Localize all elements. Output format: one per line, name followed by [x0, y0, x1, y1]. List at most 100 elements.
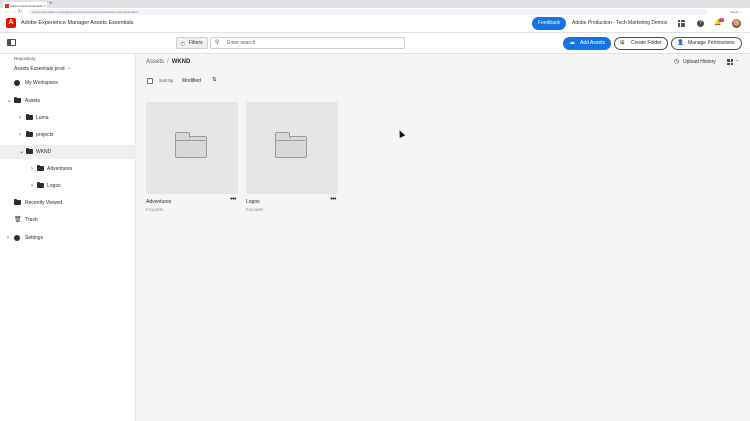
help-icon[interactable]: ?	[697, 20, 704, 27]
reload-icon[interactable]: ↻	[18, 8, 22, 16]
cloud-upload-icon: ☁	[569, 40, 575, 46]
trash-icon: 🗑	[14, 217, 22, 223]
chevron-down-icon[interactable]: ⌄	[19, 145, 24, 159]
folder-card[interactable]: Adventures ••• FOLDER	[146, 102, 238, 212]
card-thumbnail[interactable]	[246, 102, 338, 194]
avatar[interactable]	[732, 19, 741, 28]
notification-badge: 1	[719, 18, 724, 22]
filter-icon: ⛉	[181, 42, 185, 48]
sort-field-picker[interactable]: Modified	[182, 78, 201, 84]
new-tab-icon[interactable]: +	[49, 1, 53, 7]
manage-permissions-button[interactable]: 👤 Manage Permissions	[671, 37, 742, 50]
more-actions-icon[interactable]: •••	[230, 196, 236, 203]
repository-label: Repository	[14, 56, 36, 61]
app-header: A Adobe Experience Manager Assets Essent…	[0, 16, 750, 33]
sidebar-item-my-workspace[interactable]: My Workspace	[0, 76, 136, 90]
sidebar-item-projects[interactable]: › projects	[0, 128, 136, 142]
browser-url-row: ← → ↻ experience.adobe.com/#/@techmarket…	[0, 8, 750, 16]
sidebar-item-label: projects	[36, 132, 54, 138]
address-bar[interactable]: experience.adobe.com/#/@techmarketingdem…	[28, 9, 708, 15]
recently-viewed-icon	[14, 198, 21, 205]
sidebar-item-luma[interactable]: › Luma	[0, 111, 136, 125]
sidebar-item-label: Trash	[25, 217, 38, 223]
add-assets-label: Add Assets	[580, 40, 606, 46]
app-switcher-icon[interactable]	[678, 20, 685, 27]
breadcrumb-current: WKND	[171, 59, 191, 65]
assets-icon	[14, 96, 21, 103]
sidebar-item-settings[interactable]: › Settings	[0, 231, 136, 245]
sidebar-item-label: Recently Viewed	[25, 200, 63, 206]
upload-history-button[interactable]: ◷ Upload History	[674, 58, 716, 66]
sidebar-item-recently-viewed[interactable]: Recently Viewed	[0, 196, 136, 210]
card-thumbnail[interactable]	[146, 102, 238, 194]
chevron-down-icon[interactable]: ⌄	[7, 94, 12, 108]
breadcrumb-assets[interactable]: Assets	[146, 59, 164, 65]
more-actions-icon[interactable]: •••	[330, 196, 336, 203]
create-folder-label: Create Folder	[631, 40, 662, 46]
sidebar-item-label: My Workspace	[25, 80, 58, 86]
adobe-logo-icon[interactable]: A	[6, 18, 16, 28]
sidebar-item-label: WKND	[36, 149, 52, 155]
sort-label: Sort by	[159, 78, 174, 83]
folder-icon	[37, 164, 44, 171]
browser-chrome: Adobe Assets Essentials × + ← → ↻ experi…	[0, 0, 750, 16]
browser-profile[interactable]: Guest ⋮	[730, 9, 742, 15]
folder-add-icon: ⊞	[620, 40, 625, 46]
breadcrumb-separator: /	[167, 59, 169, 65]
chevron-right-icon[interactable]: ›	[19, 111, 21, 125]
select-all-checkbox[interactable]	[147, 78, 153, 84]
filters-label: Filters	[189, 40, 203, 46]
forward-icon[interactable]: →	[11, 8, 16, 16]
feedback-button[interactable]: Feedback	[532, 17, 566, 30]
sort-direction-icon[interactable]: ⇅	[212, 77, 217, 83]
sidebar: Repository Assets Essentials prod ⌄ My W…	[0, 54, 136, 421]
folder-icon	[37, 181, 44, 188]
filters-button[interactable]: ⛉ Filters	[176, 37, 208, 49]
sidebar-item-trash[interactable]: 🗑 Trash	[0, 213, 136, 227]
folder-icon	[26, 130, 33, 137]
sidebar-item-label: Assets	[25, 98, 41, 104]
main-content: Assets / WKND ◷ Upload History ⌄ Sort by M…	[137, 54, 750, 421]
upload-history-label: Upload History	[683, 59, 716, 65]
toggle-sidebar-icon[interactable]	[7, 39, 16, 46]
card-type: FOLDER	[246, 208, 264, 212]
sidebar-item-label: Luma	[36, 115, 49, 121]
sidebar-item-label: Settings	[25, 235, 44, 241]
chevron-down-icon[interactable]: ⌄	[67, 65, 71, 71]
app-title[interactable]: Adobe Experience Manager Assets Essentia…	[21, 19, 134, 27]
chevron-right-icon[interactable]: ›	[19, 128, 21, 142]
add-assets-button[interactable]: ☁ Add Assets	[563, 37, 611, 50]
repository-picker[interactable]: Assets Essentials prod	[14, 66, 65, 72]
folder-icon	[274, 132, 307, 158]
folder-card[interactable]: Logos ••• FOLDER	[246, 102, 338, 212]
chevron-right-icon[interactable]: ›	[7, 231, 9, 245]
user-icon: 👤	[677, 40, 684, 46]
history-icon: ◷	[674, 59, 680, 65]
card-name[interactable]: Adventures	[146, 199, 171, 205]
folder-icon	[26, 113, 33, 120]
card-type: FOLDER	[146, 208, 164, 212]
chevron-down-icon[interactable]: ⌄	[735, 57, 739, 63]
chevron-right-icon[interactable]: ›	[31, 162, 33, 176]
sidebar-item-logos[interactable]: › Logos	[0, 179, 136, 193]
sidebar-item-adventures[interactable]: › Adventures	[0, 162, 136, 176]
search-icon: ⚲	[215, 40, 220, 46]
search-input[interactable]	[227, 38, 402, 48]
create-folder-button[interactable]: ⊞ Create Folder	[614, 37, 668, 50]
back-icon[interactable]: ←	[4, 8, 9, 16]
toolbar: ⛉ Filters ⚲ ☁ Add Assets ⊞ Create Folder…	[0, 33, 750, 54]
sidebar-item-label: Logos	[47, 183, 61, 189]
grid-view-icon[interactable]	[727, 59, 733, 65]
chevron-right-icon[interactable]: ›	[31, 179, 33, 193]
breadcrumb: Assets / WKND	[146, 59, 190, 65]
search-field[interactable]: ⚲	[210, 37, 405, 49]
sidebar-item-wknd[interactable]: ⌄ WKND	[0, 145, 136, 159]
sidebar-item-label: Adventures	[47, 166, 73, 172]
org-switcher[interactable]: Adobe Production - Tech Marketing Demos	[572, 19, 667, 27]
folder-icon	[174, 132, 207, 158]
sidebar-item-assets[interactable]: ⌄ Assets	[0, 94, 136, 108]
manage-permissions-label: Manage Permissions	[688, 40, 735, 46]
workspace-icon	[14, 80, 20, 86]
gear-icon	[14, 235, 20, 241]
card-name[interactable]: Logos	[246, 199, 260, 205]
